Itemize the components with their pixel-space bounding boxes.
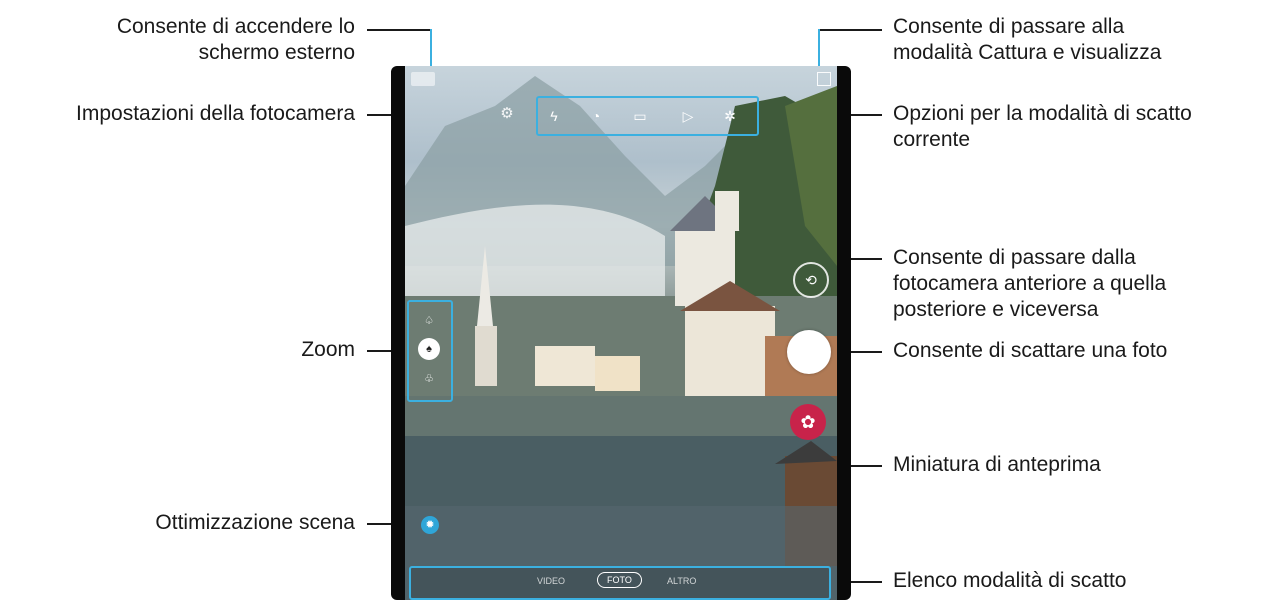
label-switch-camera: Consente di passare dalla fotocamera ant… — [893, 246, 1167, 321]
scene-optimizer-icon[interactable]: ✹ — [421, 516, 439, 534]
filter-icon[interactable]: ✲ — [720, 106, 740, 126]
camera-viewfinder[interactable]: ⚙ ϟ ◔ ▭ ▷ ✲ ♤ ♠ ♧ ⟲ ✿ ✹ VIDEO FOTO ALTRO — [405, 66, 837, 600]
label-capture-mode: Consente di passare alla modalità Cattur… — [893, 15, 1162, 64]
shooting-modes-list: VIDEO FOTO ALTRO — [409, 566, 831, 600]
landscape-preview — [405, 76, 837, 600]
shutter-icon[interactable] — [787, 330, 831, 374]
leader-line — [818, 29, 882, 31]
zoom-controls: ♤ ♠ ♧ — [407, 300, 453, 402]
tablet-device: ⚙ ϟ ◔ ▭ ▷ ✲ ♤ ♠ ♧ ⟲ ✿ ✹ VIDEO FOTO ALTRO — [391, 66, 851, 600]
shooting-options-bar: ϟ ◔ ▭ ▷ ✲ — [536, 96, 759, 136]
label-shooting-options: Opzioni per la modalità di scatto corren… — [893, 102, 1192, 151]
mode-photo[interactable]: FOTO — [597, 572, 642, 588]
zoom-tele-icon[interactable]: ♧ — [418, 368, 440, 390]
motion-photo-icon[interactable]: ▷ — [678, 106, 698, 126]
leader-line — [367, 29, 431, 31]
flash-off-icon[interactable]: ϟ — [544, 106, 564, 126]
mode-more[interactable]: ALTRO — [667, 576, 696, 586]
label-screen-on: Consente di accendere lo schermo esterno — [116, 15, 355, 64]
label-preview-thumbnail: Miniatura di anteprima — [893, 453, 1101, 476]
aspect-ratio-icon[interactable]: ▭ — [630, 106, 650, 126]
capture-view-icon[interactable] — [817, 72, 831, 86]
settings-gear-icon[interactable]: ⚙ — [499, 106, 515, 122]
label-shooting-modes: Elenco modalità di scatto — [893, 569, 1127, 592]
label-camera-settings: Impostazioni della fotocamera — [76, 102, 355, 125]
timer-icon[interactable]: ◔ — [586, 106, 606, 126]
label-take-photo: Consente di scattare una foto — [893, 339, 1168, 362]
highlight-screen-toggle — [418, 69, 450, 83]
zoom-ultrawide-icon[interactable]: ♤ — [418, 310, 440, 332]
label-zoom: Zoom — [301, 338, 355, 361]
label-scene-optimizer: Ottimizzazione scena — [155, 511, 355, 534]
zoom-wide-icon[interactable]: ♠ — [418, 338, 440, 360]
mode-video[interactable]: VIDEO — [537, 576, 565, 586]
switch-camera-icon[interactable]: ⟲ — [793, 262, 829, 298]
thumbnail-icon[interactable]: ✿ — [790, 404, 826, 440]
